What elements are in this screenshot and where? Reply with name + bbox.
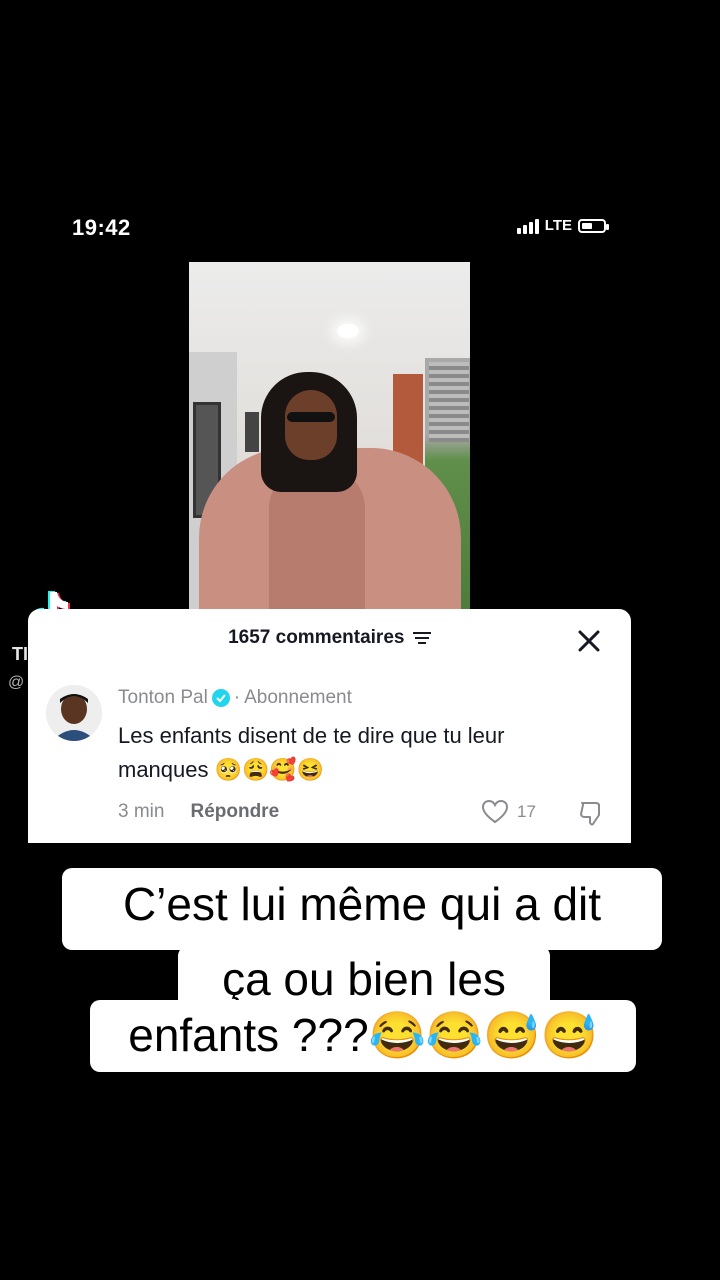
caption-line-1: C’est lui même qui a dit <box>62 868 662 950</box>
comment-author-line: Tonton Pal · Abonnement <box>118 687 352 709</box>
heart-icon <box>481 799 509 824</box>
status-bar: 19:42 LTE <box>0 205 720 249</box>
network-label: LTE <box>544 217 572 234</box>
comment-time: 3 min <box>118 801 165 822</box>
comment-meta: 3 min Répondre <box>118 801 279 823</box>
verified-icon <box>211 689 230 707</box>
separator: · <box>233 687 241 708</box>
comment-panel: 1657 commentaires Tonton Pal · Abonnemen… <box>28 609 631 843</box>
status-time: 19:42 <box>72 215 131 240</box>
avatar[interactable] <box>46 685 102 741</box>
comment-line-2: manques 🥺😩🥰😆 <box>118 757 325 782</box>
video-thumbnail[interactable] <box>189 262 470 614</box>
comment-text: Les enfants disent de te dire que tu leu… <box>118 719 598 787</box>
like-count: 17 <box>517 802 536 821</box>
person-figure <box>189 372 470 614</box>
comment-count: 1657 commentaires <box>228 627 405 648</box>
reply-button[interactable]: Répondre <box>190 801 279 823</box>
comment-line-1: Les enfants disent de te dire que tu leu… <box>118 723 505 748</box>
signal-icon <box>516 218 539 234</box>
follow-label[interactable]: Abonnement <box>244 687 352 709</box>
filter-icon[interactable] <box>412 631 431 645</box>
caption-line-3: enfants ???😂😂😅😅 <box>90 1000 636 1072</box>
dislike-icon[interactable] <box>578 799 606 827</box>
comments-header: 1657 commentaires <box>28 627 631 649</box>
tiktok-watermark-handle: @ <box>8 674 25 691</box>
comment-author[interactable]: Tonton Pal <box>118 687 208 709</box>
status-icons: LTE <box>516 217 609 234</box>
like-button[interactable]: 17 <box>481 799 536 825</box>
close-icon[interactable] <box>577 629 601 653</box>
battery-icon <box>578 218 609 233</box>
